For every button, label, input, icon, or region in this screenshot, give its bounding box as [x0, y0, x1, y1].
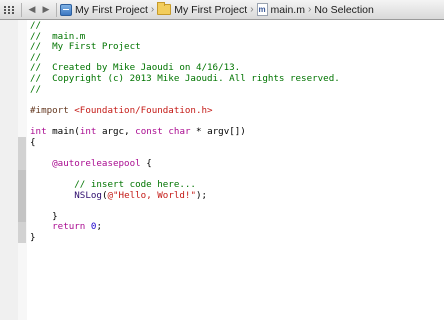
objc-file-icon: m	[256, 3, 268, 16]
breadcrumb-project-label: My First Project	[75, 3, 148, 16]
back-arrow-icon[interactable]: ◀	[25, 0, 39, 20]
forward-arrow-icon[interactable]: ▶	[39, 0, 53, 20]
breadcrumb-chevron-icon: ›	[250, 4, 254, 15]
project-icon	[60, 3, 72, 16]
folder-icon	[157, 2, 172, 15]
code-line: @autoreleasepool {	[52, 157, 152, 169]
related-items-icon[interactable]	[0, 0, 18, 20]
breadcrumb-chevron-icon: ›	[307, 4, 312, 15]
breadcrumb-symbol[interactable]: No Selection	[314, 4, 374, 16]
line-gutter[interactable]	[0, 20, 19, 320]
code-line: {	[30, 136, 36, 148]
code-line: #import <Foundation/Foundation.h>	[30, 104, 213, 116]
jumpbar-divider	[56, 2, 57, 17]
breadcrumb-file-label: main.m	[270, 3, 305, 16]
breadcrumb-chevron-icon: ›	[150, 4, 155, 15]
code-line: return 0;	[52, 221, 102, 233]
code-line: //	[30, 20, 42, 31]
code-line: // My First Project	[30, 41, 141, 53]
source-editor[interactable]: // // main.m // My First Project // // C…	[30, 20, 340, 243]
breadcrumb-group-label: My First Project	[174, 3, 248, 16]
breadcrumb-file[interactable]: m main.m	[256, 3, 305, 16]
jumpbar-divider	[21, 2, 22, 17]
breadcrumb-group[interactable]: My First Project	[157, 2, 248, 16]
code-line: // Copyright (c) 2013 Mike Jaoudi. All r…	[30, 72, 340, 84]
code-line: int main(int argc, const char * argv[])	[30, 125, 246, 137]
breadcrumb-project[interactable]: My First Project	[60, 3, 148, 16]
code-line: //	[30, 83, 42, 95]
code-line: NSLog(@"Hello, World!");	[74, 189, 208, 201]
breadcrumb-symbol-label: No Selection	[314, 3, 374, 16]
fold-marker-autoreleasepool[interactable]	[18, 170, 26, 222]
jump-bar: ◀ ▶ My First Project › My First Project …	[0, 0, 444, 20]
code-line: }	[30, 231, 36, 243]
